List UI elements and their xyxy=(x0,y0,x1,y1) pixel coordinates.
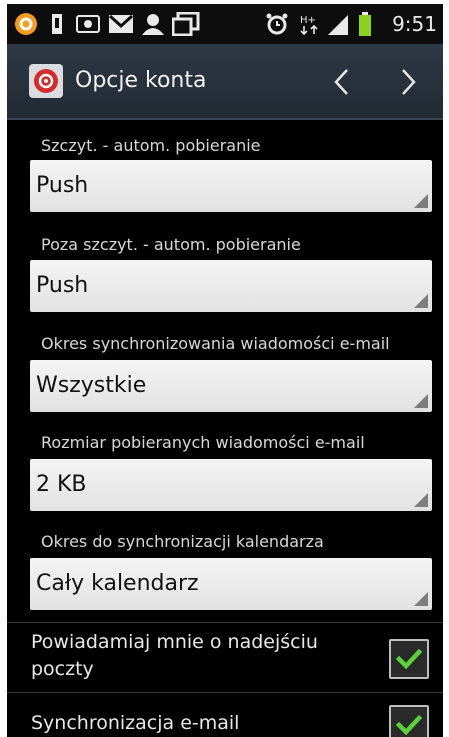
dropdown-peak-fetch[interactable]: Push xyxy=(30,160,432,212)
alarm-icon xyxy=(265,12,289,36)
notify-label: Powiadamiaj mnie o nadejściu poczty xyxy=(31,631,318,680)
contact-icon xyxy=(141,12,165,36)
setting-label-calendar-sync-period: Okres do synchronizacji kalendarza xyxy=(41,532,324,551)
setting-label-email-sync-period: Okres synchronizowania wiadomości e-mail xyxy=(41,334,390,353)
dropdown-arrow-icon xyxy=(414,394,428,408)
chevron-left-icon xyxy=(334,69,348,95)
setting-label-email-size: Rozmiar pobieranych wiadomości e-mail xyxy=(41,433,365,452)
dropdown-value: Cały kalendarz xyxy=(36,571,199,596)
phone-screen: H+ 9:51 Opcje konta Szczyt. - autom. pob… xyxy=(7,4,443,737)
email-sync-label: Synchronizacja e-mail xyxy=(31,712,240,734)
email-sync-checkbox[interactable] xyxy=(389,705,429,737)
signal-icon xyxy=(325,12,351,36)
dropdown-arrow-icon xyxy=(414,592,428,606)
setting-label-offpeak: Poza szczyt. - autom. pobieranie xyxy=(41,235,301,254)
window-icon xyxy=(171,12,201,36)
dropdown-value: Push xyxy=(36,173,89,198)
checkmark-icon xyxy=(396,714,422,736)
previous-button[interactable] xyxy=(321,62,361,102)
dropdown-value: Push xyxy=(36,273,89,298)
notify-checkbox[interactable] xyxy=(389,639,429,679)
action-bar: Opcje konta xyxy=(7,44,443,120)
dropdown-offpeak-fetch[interactable]: Push xyxy=(30,260,432,312)
dropdown-email-sync-period[interactable]: Wszystkie xyxy=(30,360,432,412)
hplus-data-icon: H+ xyxy=(297,12,323,36)
chevron-right-icon xyxy=(402,69,416,95)
status-bar: H+ 9:51 xyxy=(7,4,443,44)
email-app-icon[interactable] xyxy=(29,64,63,98)
battery-icon xyxy=(357,12,373,36)
dropdown-arrow-icon xyxy=(414,294,428,308)
notification-circle-icon xyxy=(13,12,39,36)
dropdown-calendar-sync-period[interactable]: Cały kalendarz xyxy=(30,558,432,610)
image-icon xyxy=(75,12,101,36)
checkmark-icon xyxy=(396,648,422,670)
dropdown-arrow-icon xyxy=(414,194,428,208)
sd-card-icon xyxy=(47,12,67,36)
check-row-email-sync[interactable]: Synchronizacja e-mail xyxy=(7,693,443,737)
dropdown-arrow-icon xyxy=(414,493,428,507)
dropdown-email-size[interactable]: 2 KB xyxy=(30,459,432,511)
dropdown-value: Wszystkie xyxy=(36,373,147,398)
svg-text:H+: H+ xyxy=(300,15,316,26)
gmail-icon xyxy=(107,12,135,36)
next-button[interactable] xyxy=(389,62,429,102)
check-row-notify[interactable]: Powiadamiaj mnie o nadejściu poczty xyxy=(7,623,443,692)
status-time: 9:51 xyxy=(392,12,437,36)
dropdown-value: 2 KB xyxy=(36,472,87,497)
page-title: Opcje konta xyxy=(75,68,207,93)
setting-label-peak: Szczyt. - autom. pobieranie xyxy=(41,136,261,155)
